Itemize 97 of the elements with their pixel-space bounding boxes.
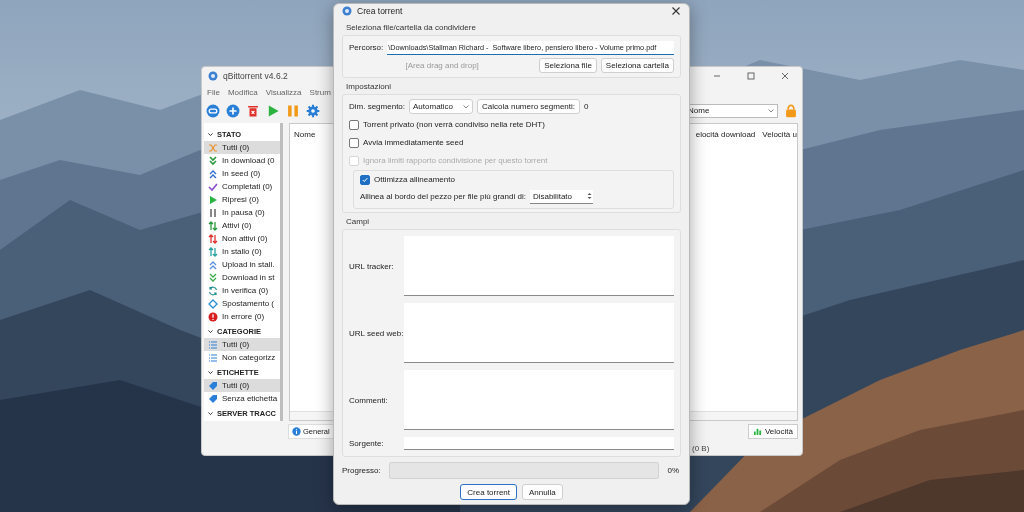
arrows-icon	[208, 220, 218, 231]
arrows-icon	[208, 246, 218, 257]
checkbox-label: Torrent privato (non verrà condiviso nella rete DHT)	[363, 120, 545, 129]
sidebar-item[interactable]: Senza etichetta	[204, 392, 280, 405]
select-button[interactable]: Seleziona cartella	[600, 58, 674, 73]
sidebar-item[interactable]: In seed (0)	[204, 167, 280, 180]
field-label: Commenti:	[349, 395, 389, 405]
sidebar-item[interactable]: Upload in stall.	[204, 258, 280, 271]
trash-icon[interactable]	[246, 103, 260, 118]
lock-icon[interactable]	[784, 103, 798, 118]
play-icon	[208, 194, 218, 205]
select-button[interactable]: Seleziona file	[539, 58, 597, 73]
tag-icon	[208, 380, 218, 391]
sidebar-item[interactable]: Tutti (0)	[204, 338, 280, 351]
chevrons-up-icon	[208, 168, 218, 179]
maximize-icon[interactable]	[746, 70, 756, 81]
column-header[interactable]: Nome	[294, 129, 316, 139]
chevron-down-icon	[463, 104, 470, 109]
checkbox-label: Avvia immediatamente seed	[363, 138, 464, 147]
close-icon[interactable]	[671, 5, 681, 16]
field-label: Allinea al bordo del pezzo per file più grandi di:	[360, 192, 526, 201]
status-text: (0 B)	[692, 443, 710, 453]
field-label: Sorgente:	[349, 439, 385, 448]
chevron-down-icon[interactable]	[207, 410, 214, 417]
chevrons-up-icon	[208, 259, 218, 270]
menu-item[interactable]: Strum	[309, 87, 331, 97]
sidebar-item[interactable]: In download (0	[204, 154, 280, 167]
bar-chart-icon	[752, 426, 762, 436]
drop-area-hint: [Area drag and drop]	[404, 61, 480, 70]
refresh-icon	[208, 285, 218, 296]
sidebar-item[interactable]: In verifica (0)	[204, 284, 280, 297]
field-label: URL tracker:	[349, 261, 395, 271]
dialog-title: Crea torrent	[357, 5, 403, 16]
arrows-icon	[208, 233, 218, 244]
text-field[interactable]	[404, 437, 674, 450]
window-title: qBittorrent v4.6.2	[223, 70, 288, 81]
threshold-spinbox[interactable]: Disabilitato	[529, 189, 593, 204]
diamond-icon	[208, 298, 218, 309]
sidebar-item[interactable]: Completati (0)	[204, 180, 280, 193]
menu-item[interactable]: File	[207, 87, 220, 97]
field-label: Percorso:	[349, 43, 384, 52]
column-header[interactable]: elocità download	[695, 129, 756, 139]
tag-icon	[208, 393, 218, 404]
sidebar-item[interactable]: In pausa (0)	[204, 206, 280, 219]
field-label: URL seed web:	[349, 328, 404, 338]
chevron-down-icon[interactable]	[207, 328, 214, 335]
calculate-button[interactable]: Calcola numero segmenti:	[477, 99, 580, 114]
checkbox-label: Ottimizza allineamento	[374, 175, 455, 184]
sidebar-item[interactable]: Ripresi (0)	[204, 193, 280, 206]
menu-item[interactable]: Modifica	[227, 87, 258, 97]
sidebar-item[interactable]: Tutti (0)	[204, 379, 280, 392]
checkbox-label: Ignora limiti rapporto condivisione per questo torrent	[363, 156, 548, 165]
add-icon[interactable]	[226, 103, 240, 118]
piece-size-select[interactable]: Automatico	[409, 99, 474, 114]
speed-button[interactable]: Velocità	[747, 423, 798, 439]
progress-label: Progresso:	[342, 466, 381, 475]
list-icon	[208, 352, 218, 363]
chevron-down-icon[interactable]	[207, 369, 214, 376]
check-icon	[208, 181, 218, 192]
sidebar-item[interactable]: Attivi (0)	[204, 219, 280, 232]
sidebar-item[interactable]: In stallo (0)	[204, 245, 280, 258]
group-title: Seleziona file/cartella da condividere	[346, 23, 477, 32]
sidebar-item[interactable]: Tutti (0)	[204, 141, 280, 154]
alert-icon	[208, 311, 218, 322]
shuffle-icon	[208, 142, 218, 153]
field-label: Dim. segmento:	[349, 102, 406, 111]
sidebar-item[interactable]: Spostamento (	[204, 297, 280, 310]
column-header[interactable]: Velocità u	[762, 129, 797, 139]
chevrons-down-icon	[208, 272, 218, 283]
app-icon	[208, 70, 218, 81]
checkbox[interactable]	[349, 137, 359, 148]
checkbox[interactable]	[349, 119, 359, 130]
chevron-down-icon	[768, 108, 774, 113]
dialog-button[interactable]: Annulla	[522, 484, 563, 500]
progress-reading: 0%	[667, 466, 679, 475]
sidebar-item[interactable]: Non categorizz	[204, 351, 280, 364]
checkbox[interactable]	[360, 174, 370, 185]
spin-arrows-icon[interactable]	[585, 191, 593, 201]
group-title: Impostazioni	[346, 82, 392, 91]
settings-icon[interactable]	[306, 103, 320, 118]
dialog-button[interactable]: Crea torrent	[460, 484, 517, 500]
sidebar-item[interactable]: Non attivi (0)	[204, 232, 280, 245]
play-icon[interactable]	[266, 103, 280, 118]
chevron-down-icon[interactable]	[207, 131, 214, 138]
app-icon	[342, 5, 352, 16]
piece-count: 0	[584, 102, 589, 111]
sidebar-item[interactable]: In errore (0)	[204, 310, 280, 323]
info-icon	[292, 426, 301, 436]
pause-icon	[208, 207, 218, 218]
link-icon[interactable]	[206, 103, 220, 118]
close-icon[interactable]	[780, 70, 790, 81]
menu-item[interactable]: Visualizza	[265, 87, 302, 97]
group-title: Campi	[346, 217, 371, 226]
chevrons-down-icon	[208, 155, 218, 166]
list-icon	[208, 339, 218, 350]
sidebar-item[interactable]: Download in st	[204, 271, 280, 284]
pause-icon[interactable]	[286, 103, 300, 118]
